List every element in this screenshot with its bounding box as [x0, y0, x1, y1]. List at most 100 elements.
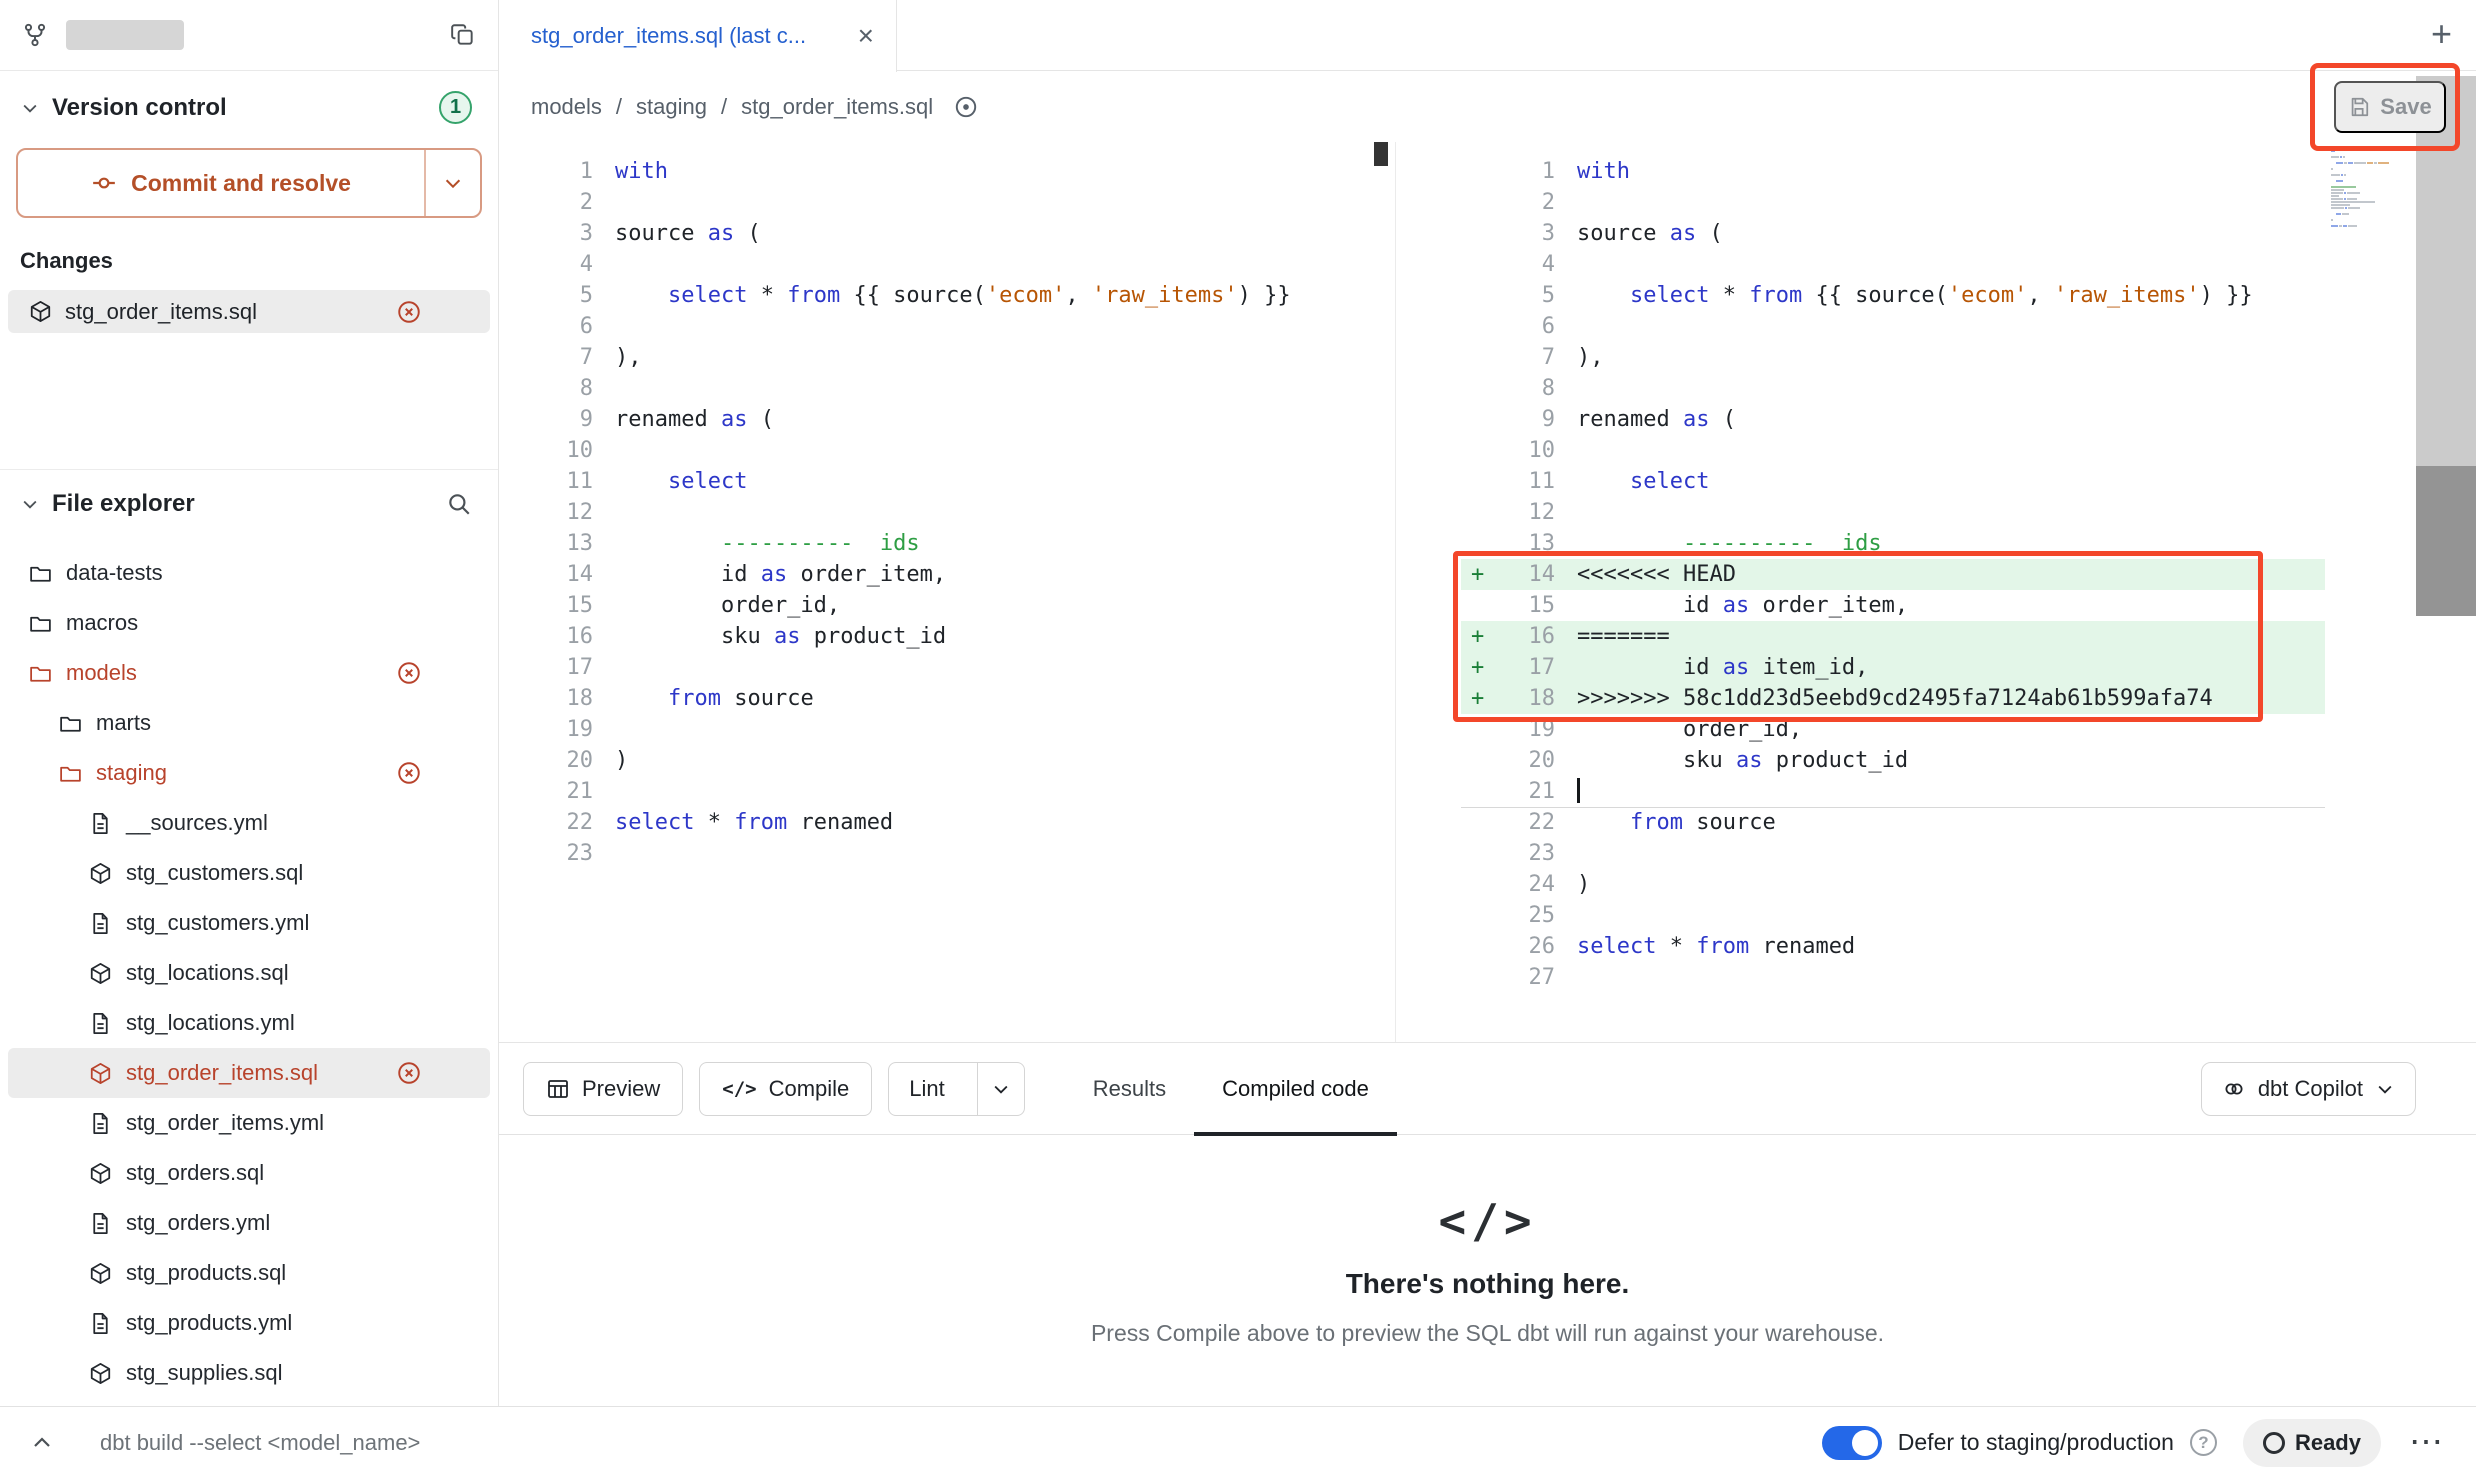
- code-line-20[interactable]: 20 sku as product_id: [1461, 745, 2325, 776]
- help-icon[interactable]: ?: [2190, 1429, 2217, 1456]
- code-line-1[interactable]: 1with: [1461, 156, 2325, 187]
- code-line-2[interactable]: 2: [499, 187, 1395, 218]
- discard-changes-icon[interactable]: [396, 299, 422, 325]
- code-line-7[interactable]: 7),: [499, 342, 1395, 373]
- code-line-26[interactable]: 26select * from renamed: [1461, 931, 2325, 962]
- dbt-copilot-button[interactable]: dbt Copilot: [2201, 1062, 2416, 1116]
- file-tree-item-macros[interactable]: macros: [8, 598, 490, 648]
- code-line-14[interactable]: 14 id as order_item,: [499, 559, 1395, 590]
- new-tab-button[interactable]: +: [2431, 16, 2452, 52]
- save-button[interactable]: Save: [2334, 81, 2446, 133]
- close-tab-icon[interactable]: ×: [858, 22, 874, 50]
- code-line-4[interactable]: 4: [1461, 249, 2325, 280]
- code-line-27[interactable]: 27: [1461, 962, 2325, 993]
- code-line-4[interactable]: 4: [499, 249, 1395, 280]
- code-line-16[interactable]: 16 sku as product_id: [499, 621, 1395, 652]
- search-icon[interactable]: [446, 491, 472, 517]
- code-line-25[interactable]: 25: [1461, 900, 2325, 931]
- file-tree-item-stg-locations-yml[interactable]: stg_locations.yml: [8, 998, 490, 1048]
- file-tree-item-marts[interactable]: marts: [8, 698, 490, 748]
- code-line-19[interactable]: 19 order_id,: [1461, 714, 2325, 745]
- code-line-13[interactable]: 13 ---------- ids: [1461, 528, 2325, 559]
- discard-changes-icon[interactable]: [396, 660, 422, 686]
- breadcrumb-item[interactable]: staging: [636, 94, 707, 120]
- code-line-23[interactable]: 23: [1461, 838, 2325, 869]
- tab-stg-order-items[interactable]: stg_order_items.sql (last c... ×: [499, 0, 897, 72]
- tab-compiled-code[interactable]: Compiled code: [1194, 1043, 1397, 1135]
- code-line-8[interactable]: 8: [1461, 373, 2325, 404]
- discard-changes-icon[interactable]: [396, 1060, 422, 1086]
- code-line-18[interactable]: 18 from source: [499, 683, 1395, 714]
- code-line-5[interactable]: 5 select * from {{ source('ecom', 'raw_i…: [499, 280, 1395, 311]
- code-line-5[interactable]: 5 select * from {{ source('ecom', 'raw_i…: [1461, 280, 2325, 311]
- compile-button[interactable]: </> Compile: [699, 1062, 872, 1116]
- file-tree-item-stg-products-sql[interactable]: stg_products.sql: [8, 1248, 490, 1298]
- preview-button[interactable]: Preview: [523, 1062, 683, 1116]
- lint-options-button[interactable]: [977, 1063, 1024, 1115]
- code-line-22[interactable]: 22select * from renamed: [499, 807, 1395, 838]
- editor-pane-original[interactable]: 1with23source as (45 select * from {{ so…: [499, 142, 1396, 1042]
- code-line-24[interactable]: 24): [1461, 869, 2325, 900]
- more-options-button[interactable]: ⋯: [2409, 1436, 2446, 1450]
- file-tree-item-stg-customers-yml[interactable]: stg_customers.yml: [8, 898, 490, 948]
- code-line-15[interactable]: 15 order_id,: [499, 590, 1395, 621]
- file-tree-item-stg-orders-sql[interactable]: stg_orders.sql: [8, 1148, 490, 1198]
- code-line-10[interactable]: 10: [499, 435, 1395, 466]
- file-explorer-header[interactable]: File explorer: [0, 470, 498, 534]
- code-line-17[interactable]: 17: [499, 652, 1395, 683]
- code-line-19[interactable]: 19: [499, 714, 1395, 745]
- chevron-up-icon[interactable]: [30, 1431, 54, 1455]
- code-line-12[interactable]: 12: [1461, 497, 2325, 528]
- file-tree-item-stg-supplies-sql[interactable]: stg_supplies.sql: [8, 1348, 490, 1398]
- file-tree-item-stg-order-items-yml[interactable]: stg_order_items.yml: [8, 1098, 490, 1148]
- code-line-2[interactable]: 2: [1461, 187, 2325, 218]
- code-line-7[interactable]: 7),: [1461, 342, 2325, 373]
- code-line-18[interactable]: +18>>>>>>> 58c1dd23d5eebd9cd2495fa7124ab…: [1461, 683, 2325, 714]
- file-tree-item-staging[interactable]: staging: [8, 748, 490, 798]
- code-line-1[interactable]: 1with: [499, 156, 1395, 187]
- discard-changes-icon[interactable]: [396, 760, 422, 786]
- commit-options-button[interactable]: [424, 150, 480, 216]
- editor-vertical-scrollbar[interactable]: [2416, 76, 2476, 616]
- code-line-11[interactable]: 11 select: [1461, 466, 2325, 497]
- file-status-icon[interactable]: [953, 94, 979, 120]
- code-line-11[interactable]: 11 select: [499, 466, 1395, 497]
- code-line-20[interactable]: 20): [499, 745, 1395, 776]
- file-tree-item-stg-order-items-sql[interactable]: stg_order_items.sql: [8, 1048, 490, 1098]
- commit-and-resolve-button[interactable]: Commit and resolve: [16, 148, 482, 218]
- status-ready-badge[interactable]: Ready: [2243, 1419, 2381, 1467]
- file-tree-item-models[interactable]: models: [8, 648, 490, 698]
- lint-button[interactable]: Lint: [889, 1063, 964, 1115]
- code-line-9[interactable]: 9renamed as (: [1461, 404, 2325, 435]
- version-control-header[interactable]: Version control 1: [0, 71, 498, 140]
- code-line-15[interactable]: 15 id as order_item,: [1461, 590, 2325, 621]
- code-line-21[interactable]: 21: [499, 776, 1395, 807]
- code-line-14[interactable]: +14<<<<<<< HEAD: [1461, 559, 2325, 590]
- code-line-13[interactable]: 13 ---------- ids: [499, 528, 1395, 559]
- code-line-16[interactable]: +16=======: [1461, 621, 2325, 652]
- code-line-3[interactable]: 3source as (: [499, 218, 1395, 249]
- defer-toggle[interactable]: [1822, 1426, 1882, 1460]
- file-tree-item-data-tests[interactable]: data-tests: [8, 548, 490, 598]
- command-input[interactable]: dbt build --select <model_name>: [100, 1430, 420, 1456]
- copy-icon[interactable]: [450, 22, 476, 48]
- code-line-12[interactable]: 12: [499, 497, 1395, 528]
- code-line-23[interactable]: 23: [499, 838, 1395, 869]
- code-line-6[interactable]: 6: [1461, 311, 2325, 342]
- code-line-21[interactable]: 21: [1461, 776, 2325, 807]
- code-line-22[interactable]: 22 from source: [1461, 807, 2325, 838]
- code-line-3[interactable]: 3source as (: [1461, 218, 2325, 249]
- breadcrumb-item[interactable]: models: [531, 94, 602, 120]
- file-tree-item--sources-yml[interactable]: __sources.yml: [8, 798, 490, 848]
- tab-results[interactable]: Results: [1065, 1043, 1194, 1135]
- code-line-17[interactable]: +17 id as item_id,: [1461, 652, 2325, 683]
- scrollbar-thumb[interactable]: [2416, 466, 2476, 616]
- changed-file-row[interactable]: stg_order_items.sql: [8, 290, 490, 333]
- minimap[interactable]: [2331, 150, 2389, 231]
- code-line-6[interactable]: 6: [499, 311, 1395, 342]
- code-line-8[interactable]: 8: [499, 373, 1395, 404]
- branch-icon[interactable]: [22, 22, 48, 48]
- breadcrumb-item[interactable]: stg_order_items.sql: [741, 94, 933, 120]
- file-tree-item-stg-locations-sql[interactable]: stg_locations.sql: [8, 948, 490, 998]
- file-tree-item-stg-orders-yml[interactable]: stg_orders.yml: [8, 1198, 490, 1248]
